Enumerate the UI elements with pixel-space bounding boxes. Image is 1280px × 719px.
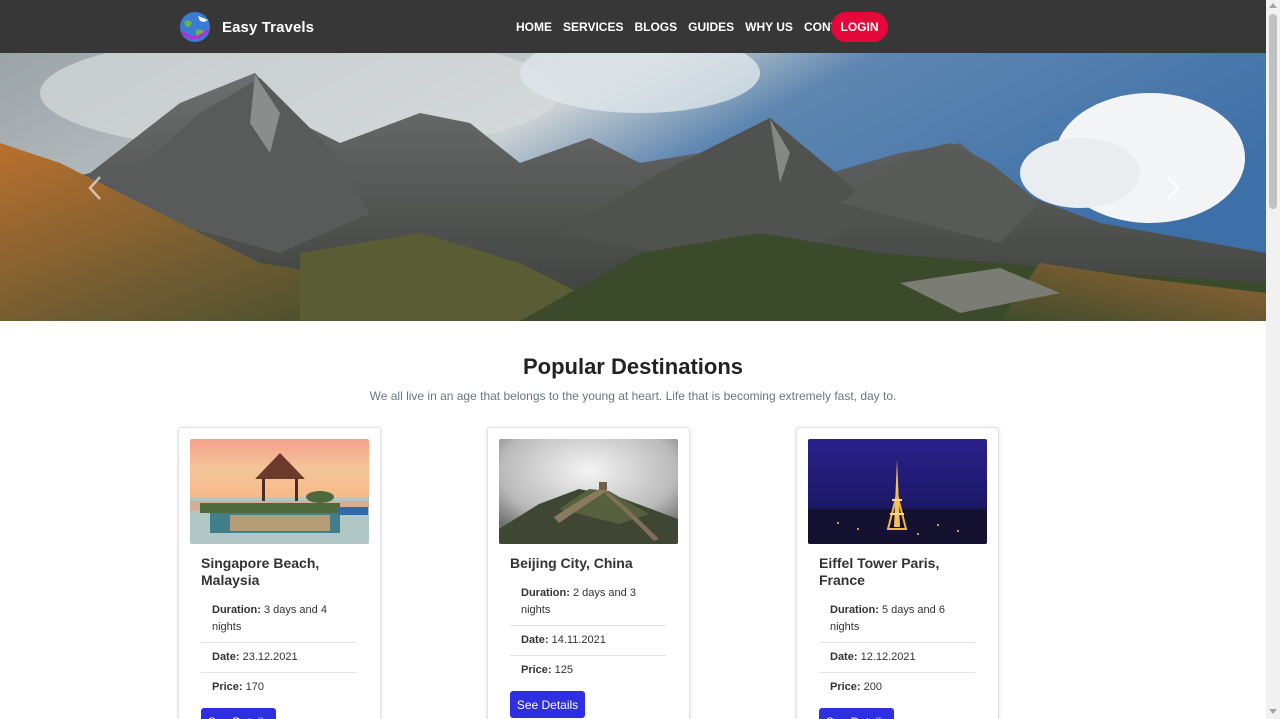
card-duration: Duration: 3 days and 4 nights (201, 596, 357, 643)
card-price: Price: 170 (212, 681, 264, 693)
nav-menu: HOME SERVICES BLOGS GUIDES WHY US CONTAC… (516, 0, 873, 53)
card-info-list: Duration: 5 days and 6 nights Date: 12.1… (819, 596, 975, 702)
nav-services[interactable]: SERVICES (563, 20, 623, 34)
page-scrollbar[interactable] (1266, 0, 1280, 719)
nav-guides[interactable]: GUIDES (688, 20, 734, 34)
nav-why-us[interactable]: WHY US (745, 20, 793, 34)
scroll-thumb[interactable] (1269, 14, 1277, 209)
brand[interactable]: Easy Travels (178, 10, 314, 44)
card-date: Date: 23.12.2021 (201, 643, 357, 673)
card-info-list: Duration: 3 days and 4 nights Date: 23.1… (201, 596, 357, 702)
card-image-great-wall (499, 439, 678, 544)
scroll-down-arrow-icon[interactable] (1269, 709, 1277, 714)
navbar: Easy Travels HOME SERVICES BLOGS GUIDES … (0, 0, 1266, 53)
card-price: Price: 200 (830, 681, 882, 693)
card-image-eiffel-tower (808, 439, 987, 544)
globe-plane-icon (180, 12, 210, 42)
card-price: Price: 125 (521, 664, 573, 676)
card-title: Beijing City, China (510, 555, 633, 571)
card-image-singapore-beach (190, 439, 369, 544)
destination-card: Eiffel Tower Paris, France Duration: 5 d… (796, 427, 999, 719)
destination-card: Singapore Beach, Malaysia Duration: 3 da… (178, 427, 381, 719)
card-duration: Duration: 5 days and 6 nights (819, 596, 975, 643)
nav-blogs[interactable]: BLOGS (634, 20, 677, 34)
card-date: Date: 14.11.2021 (510, 626, 666, 656)
section-title: Popular Destinations (522, 354, 744, 379)
card-duration: Duration: 2 days and 3 nights (510, 579, 666, 626)
card-title: Singapore Beach, Malaysia (201, 555, 320, 588)
card-title: Eiffel Tower Paris, France (819, 555, 940, 588)
hero-carousel (0, 53, 1266, 321)
see-details-button[interactable]: See Details (819, 708, 894, 719)
see-details-button[interactable]: See Details (201, 708, 276, 719)
login-button[interactable]: LOGIN (831, 12, 888, 42)
chevron-left-icon[interactable] (84, 173, 108, 203)
brand-name: Easy Travels (222, 18, 315, 36)
nav-home[interactable]: HOME (516, 20, 552, 34)
see-details-button[interactable]: See Details (510, 691, 585, 718)
destination-card: Beijing City, China Duration: 2 days and… (487, 427, 690, 719)
card-date: Date: 12.12.2021 (819, 643, 975, 673)
section-subtitle: We all live in an age that belongs to th… (369, 389, 897, 403)
scroll-up-arrow-icon[interactable] (1269, 3, 1277, 8)
card-info-list: Duration: 2 days and 3 nights Date: 14.1… (510, 579, 666, 685)
chevron-right-icon[interactable] (1160, 173, 1184, 203)
hero-image (0, 53, 1266, 321)
